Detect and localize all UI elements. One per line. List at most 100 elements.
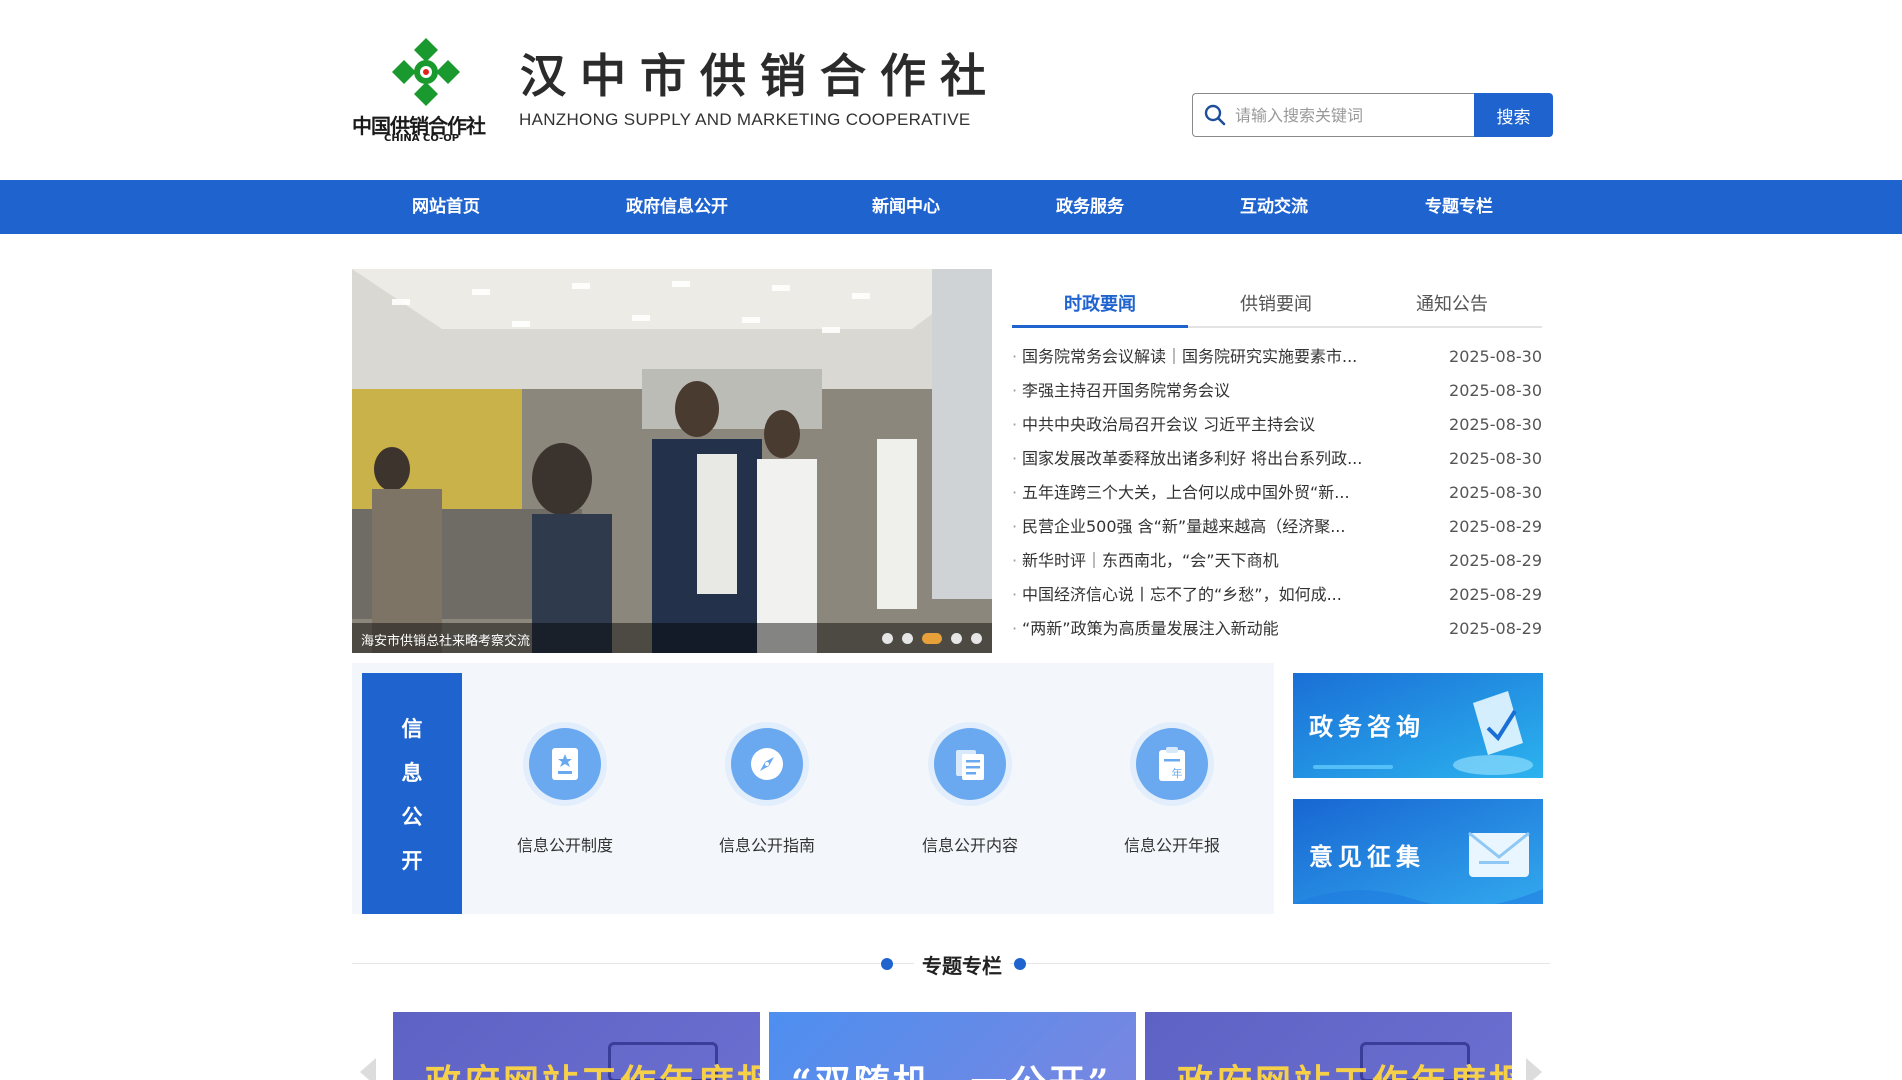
special-card[interactable]: 政府网站工作年度报表	[393, 1012, 760, 1080]
special-card[interactable]: 政府网站工作年度报表	[1145, 1012, 1512, 1080]
search-field	[1192, 93, 1474, 137]
news-tabs: 时政要闻 供销要闻 通知公告	[1012, 287, 1542, 328]
site-header: 中国供销合作社 CHINA CO-OP 汉中市供销合作社 HANZHONG SU…	[0, 0, 1902, 180]
news-date: 2025-08-29	[1449, 585, 1542, 604]
news-title[interactable]: 国务院常务会议解读｜国务院研究实施要素市...	[1022, 340, 1412, 374]
tab-politics-news[interactable]: 时政要闻	[1012, 287, 1188, 328]
info-item-annual-report[interactable]: 年 信息公开年报	[1097, 728, 1247, 856]
slide-caption[interactable]: 海安市供销总社来略考察交流	[361, 630, 530, 649]
info-item-label: 信息公开制度	[516, 836, 613, 855]
bullet-icon: ·	[1012, 585, 1018, 604]
slide-dot-5[interactable]	[971, 633, 982, 644]
news-date: 2025-08-29	[1449, 517, 1542, 536]
special-card-title: 政府网站工作年度报表	[1177, 1054, 1512, 1080]
news-title[interactable]: 中共中央政治局召开会议 习近平主持会议	[1022, 408, 1412, 442]
side-char: 公	[401, 805, 423, 829]
news-panel: 时政要闻 供销要闻 通知公告 · 国务院常务会议解读｜国务院研究实施要素市... 2…	[1012, 287, 1542, 646]
news-title[interactable]: 新华时评｜东西南北，“会”天下商机	[1022, 544, 1412, 578]
news-date: 2025-08-29	[1449, 619, 1542, 638]
title-dot-icon	[1014, 958, 1026, 970]
news-date: 2025-08-30	[1449, 415, 1542, 434]
opinion-collect-banner[interactable]: 意见征集	[1293, 799, 1543, 904]
gov-consult-banner[interactable]: 政务咨询	[1293, 673, 1543, 778]
search-button[interactable]: 搜索	[1474, 93, 1553, 137]
news-item[interactable]: · 中国经济信心说丨忘不了的“乡愁”，如何成... 2025-08-29	[1012, 578, 1542, 612]
news-title[interactable]: 中国经济信心说丨忘不了的“乡愁”，如何成...	[1022, 578, 1412, 612]
nav-item-news[interactable]: 新闻中心	[872, 180, 940, 234]
search-input[interactable]	[1235, 105, 1465, 125]
carousel-prev-arrow[interactable]	[360, 1058, 376, 1080]
logo-sub: CHINA CO-OP	[384, 133, 460, 144]
nav-item-services[interactable]: 政务服务	[1056, 180, 1124, 234]
news-item[interactable]: · 新华时评｜东西南北，“会”天下商机 2025-08-29	[1012, 544, 1542, 578]
news-title[interactable]: 李强主持召开国务院常务会议	[1022, 374, 1412, 408]
bullet-icon: ·	[1012, 619, 1018, 638]
news-date: 2025-08-30	[1449, 449, 1542, 468]
news-item[interactable]: · “两新”政策为高质量发展注入新动能 2025-08-29	[1012, 612, 1542, 646]
documents-icon	[934, 728, 1006, 800]
info-item-label: 信息公开内容	[921, 836, 1018, 855]
nav-item-gov-info[interactable]: 政府信息公开	[626, 180, 728, 234]
info-item-system[interactable]: 信息公开制度	[490, 728, 640, 856]
news-date: 2025-08-30	[1449, 483, 1542, 502]
bullet-icon: ·	[1012, 449, 1018, 468]
main-nav: 网站首页 政府信息公开 新闻中心 政务服务 互动交流 专题专栏	[0, 180, 1902, 234]
bullet-icon: ·	[1012, 551, 1018, 570]
special-card-title: 政府网站工作年度报表	[425, 1054, 760, 1080]
bullet-icon: ·	[1012, 381, 1018, 400]
special-section-title: 专题专栏	[914, 950, 1010, 979]
site-title: 汉中市供销合作社	[520, 49, 1000, 103]
slide-dot-2[interactable]	[902, 633, 913, 644]
bullet-icon: ·	[1012, 483, 1018, 502]
news-date: 2025-08-30	[1449, 381, 1542, 400]
news-item[interactable]: · 中共中央政治局召开会议 习近平主持会议 2025-08-30	[1012, 408, 1542, 442]
side-char: 息	[401, 761, 423, 785]
news-item[interactable]: · 国家发展改革委释放出诸多利好 将出台系列政... 2025-08-30	[1012, 442, 1542, 476]
nav-item-home[interactable]: 网站首页	[412, 180, 480, 234]
slide-dot-4[interactable]	[951, 633, 962, 644]
info-item-guide[interactable]: 信息公开指南	[692, 728, 842, 856]
search-icon	[1204, 104, 1226, 126]
news-item[interactable]: · 李强主持召开国务院常务会议 2025-08-30	[1012, 374, 1542, 408]
title-dot-icon	[881, 958, 893, 970]
nav-item-special[interactable]: 专题专栏	[1425, 180, 1493, 234]
info-disclosure-panel: 信 息 公 开 信息公开制度 信息公开指南 信息公开内容 年 信息公开年报	[352, 663, 1274, 914]
special-card[interactable]: “双随机、一公开”	[769, 1012, 1136, 1080]
side-char: 开	[401, 849, 423, 873]
side-char: 信	[401, 717, 423, 741]
slide-dot-1[interactable]	[882, 633, 893, 644]
compass-icon	[731, 728, 803, 800]
tab-notices[interactable]: 通知公告	[1364, 287, 1540, 323]
annual-report-icon: 年	[1136, 728, 1208, 800]
news-slider[interactable]: 海安市供销总社来略考察交流	[352, 269, 992, 653]
news-item[interactable]: · 国务院常务会议解读｜国务院研究实施要素市... 2025-08-30	[1012, 340, 1542, 374]
china-coop-logo[interactable]: 中国供销合作社 CHINA CO-OP	[352, 30, 502, 145]
news-title[interactable]: 五年连跨三个大关，上合何以成中国外贸“新...	[1022, 476, 1412, 510]
document-star-icon	[529, 728, 601, 800]
bullet-icon: ·	[1012, 415, 1018, 434]
nav-item-interaction[interactable]: 互动交流	[1240, 180, 1308, 234]
slide-caption-bar: 海安市供销总社来略考察交流	[352, 623, 992, 653]
slide-photo	[352, 269, 992, 653]
special-card-title: “双随机、一公开”	[791, 1054, 1111, 1080]
info-item-label: 信息公开指南	[718, 836, 815, 855]
consult-banner-label: 政务咨询	[1309, 712, 1425, 741]
carousel-next-arrow[interactable]	[1526, 1058, 1542, 1080]
tab-coop-news[interactable]: 供销要闻	[1188, 287, 1364, 323]
site-subtitle: HANZHONG SUPPLY AND MARKETING COOPERATIV…	[519, 110, 971, 129]
info-disclosure-label: 信 息 公 开	[362, 673, 462, 914]
feedback-banner-label: 意见征集	[1309, 842, 1425, 871]
news-item[interactable]: · 民营企业500强 含“新”量越来越高（经济聚... 2025-08-29	[1012, 510, 1542, 544]
svg-text:年: 年	[1172, 766, 1183, 780]
news-item[interactable]: · 五年连跨三个大关，上合何以成中国外贸“新... 2025-08-30	[1012, 476, 1542, 510]
news-date: 2025-08-29	[1449, 551, 1542, 570]
news-title[interactable]: “两新”政策为高质量发展注入新动能	[1022, 612, 1412, 646]
news-date: 2025-08-30	[1449, 347, 1542, 366]
info-item-label: 信息公开年报	[1123, 836, 1220, 855]
slide-dot-3[interactable]	[922, 633, 942, 644]
info-item-content[interactable]: 信息公开内容	[895, 728, 1045, 856]
news-title[interactable]: 民营企业500强 含“新”量越来越高（经济聚...	[1022, 510, 1412, 544]
news-list: · 国务院常务会议解读｜国务院研究实施要素市... 2025-08-30 · 李强主持…	[1012, 340, 1542, 646]
news-title[interactable]: 国家发展改革委释放出诸多利好 将出台系列政...	[1022, 442, 1412, 476]
bullet-icon: ·	[1012, 517, 1018, 536]
